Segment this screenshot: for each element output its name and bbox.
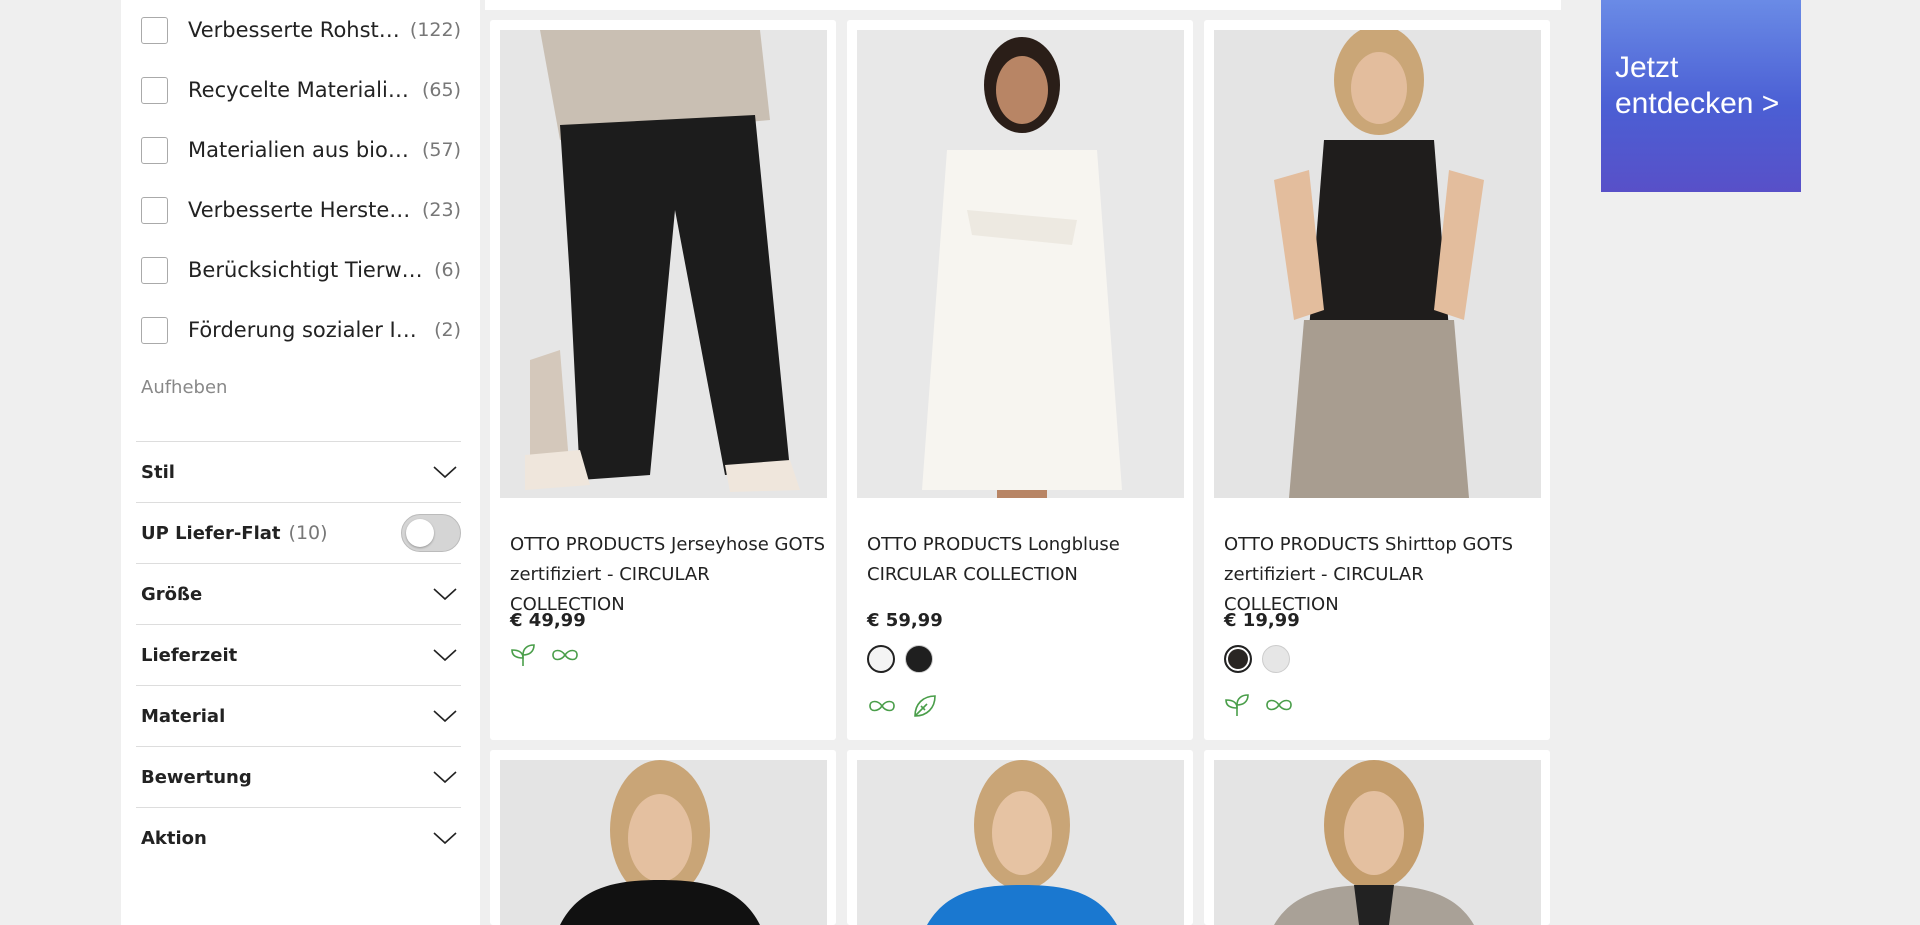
- promo-banner[interactable]: Jetzt entdecken >: [1601, 0, 1801, 192]
- section-title: Material: [141, 705, 226, 727]
- product-photo-blue-top: [857, 760, 1184, 925]
- filter-section-material[interactable]: Material: [136, 685, 461, 746]
- filter-option-biologischer-anbau[interactable]: Materialien aus biologi... (57): [141, 135, 461, 165]
- filter-section-lieferzeit[interactable]: Lieferzeit: [136, 624, 461, 685]
- sustainability-icons: [1224, 692, 1294, 718]
- leaf-sprout-icon: [1225, 694, 1249, 716]
- product-title[interactable]: OTTO PRODUCTS Jerseyhose GOTS zertifizie…: [510, 530, 826, 620]
- product-card[interactable]: [1204, 750, 1550, 925]
- filter-count: (57): [421, 139, 461, 161]
- product-price: € 49,99: [510, 610, 586, 631]
- product-photo-grey-cardigan: [1214, 760, 1541, 925]
- filter-label: Berücksichtigt Tierwohl: [188, 258, 427, 282]
- filter-option-verbesserte-rohstoffe[interactable]: Verbesserte Rohstoff... (122): [141, 15, 461, 45]
- section-title: Größe: [141, 583, 203, 605]
- filter-count: (6): [434, 259, 461, 281]
- product-title[interactable]: OTTO PRODUCTS Longbluse CIRCULAR COLLECT…: [867, 530, 1183, 590]
- filter-count: (23): [421, 199, 461, 221]
- filter-label: Verbesserte Herstellung: [188, 198, 414, 222]
- filter-option-verbesserte-herstellung[interactable]: Verbesserte Herstellung (23): [141, 195, 461, 225]
- reset-filter-link[interactable]: Aufheben: [141, 377, 227, 398]
- chevron-down-icon: [433, 649, 457, 662]
- chevron-down-icon: [433, 832, 457, 845]
- product-card[interactable]: [490, 750, 836, 925]
- color-swatch-light-grey[interactable]: [1262, 645, 1290, 673]
- section-title: UP Liefer-Flat (10): [141, 522, 328, 544]
- checkbox[interactable]: [141, 256, 168, 284]
- promo-line-2: entdecken >: [1615, 87, 1780, 120]
- filter-sidebar: Verbesserte Rohstoff... (122) Recycelte …: [121, 0, 480, 925]
- chevron-down-icon: [433, 588, 457, 601]
- circular-loop-icon: [869, 700, 895, 712]
- promo-line-1: Jetzt: [1615, 51, 1679, 84]
- liefer-flat-count: (10): [288, 522, 328, 544]
- product-card[interactable]: OTTO PRODUCTS Shirttop GOTS zertifiziert…: [1204, 20, 1550, 740]
- circular-loop-icon: [552, 649, 578, 661]
- product-image[interactable]: [1214, 30, 1541, 498]
- product-price: € 59,99: [867, 610, 943, 631]
- filter-label: Materialien aus biologi...: [188, 138, 414, 162]
- chevron-down-icon: [433, 466, 457, 479]
- filter-label: Förderung sozialer Initia...: [188, 318, 426, 342]
- recycle-leaf-icon: [914, 695, 936, 717]
- product-photo-top: [1214, 30, 1541, 498]
- toggle-knob: [406, 519, 434, 547]
- checkbox[interactable]: [141, 196, 168, 224]
- previous-row-card: [485, 0, 1561, 10]
- product-card[interactable]: OTTO PRODUCTS Jerseyhose GOTS zertifizie…: [490, 20, 836, 740]
- product-image[interactable]: [1214, 760, 1541, 925]
- color-swatches: [867, 645, 933, 673]
- product-photo-blouse: [857, 30, 1184, 498]
- filter-section-stil[interactable]: Stil: [136, 441, 461, 502]
- section-title: Bewertung: [141, 766, 252, 788]
- liefer-flat-label: UP Liefer-Flat: [141, 523, 281, 544]
- filter-section-aktion[interactable]: Aktion: [136, 807, 461, 868]
- filter-label: Verbesserte Rohstoff...: [188, 18, 402, 42]
- color-swatch-white[interactable]: [867, 645, 895, 673]
- filter-count: (122): [409, 19, 461, 41]
- product-image[interactable]: [857, 30, 1184, 498]
- sustainability-icons: [510, 642, 580, 668]
- filter-option-soziale-initiativen[interactable]: Förderung sozialer Initia... (2): [141, 315, 461, 345]
- product-image[interactable]: [500, 30, 827, 498]
- filter-option-recycelte-materialien[interactable]: Recycelte Materialien (65): [141, 75, 461, 105]
- product-title[interactable]: OTTO PRODUCTS Shirttop GOTS zertifiziert…: [1224, 530, 1540, 620]
- chevron-down-icon: [433, 710, 457, 723]
- color-swatch-black[interactable]: [905, 645, 933, 673]
- color-swatches: [1224, 645, 1290, 673]
- section-title: Stil: [141, 461, 175, 483]
- chevron-down-icon: [433, 771, 457, 784]
- product-image[interactable]: [500, 760, 827, 925]
- product-photo-pants: [500, 30, 827, 498]
- checkbox[interactable]: [141, 316, 168, 344]
- filter-section-groesse[interactable]: Größe: [136, 563, 461, 624]
- filter-option-tierwohl[interactable]: Berücksichtigt Tierwohl (6): [141, 255, 461, 285]
- product-card[interactable]: OTTO PRODUCTS Longbluse CIRCULAR COLLECT…: [847, 20, 1193, 740]
- section-title: Aktion: [141, 827, 207, 849]
- filter-count: (2): [434, 319, 461, 341]
- product-image[interactable]: [857, 760, 1184, 925]
- sustainability-icons: [867, 692, 939, 720]
- section-title: Lieferzeit: [141, 644, 238, 666]
- color-swatch-black[interactable]: [1224, 645, 1252, 673]
- filter-section-liefer-flat: UP Liefer-Flat (10): [136, 502, 461, 563]
- leaf-sprout-icon: [511, 644, 535, 666]
- product-price: € 19,99: [1224, 610, 1300, 631]
- checkbox[interactable]: [141, 16, 168, 44]
- checkbox[interactable]: [141, 136, 168, 164]
- checkbox[interactable]: [141, 76, 168, 104]
- product-photo-black-top: [500, 760, 827, 925]
- circular-loop-icon: [1266, 699, 1292, 711]
- liefer-flat-toggle[interactable]: [401, 514, 461, 552]
- product-card[interactable]: [847, 750, 1193, 925]
- filter-label: Recycelte Materialien: [188, 78, 414, 102]
- filter-count: (65): [421, 79, 461, 101]
- promo-text[interactable]: Jetzt entdecken >: [1615, 50, 1795, 122]
- filter-section-bewertung[interactable]: Bewertung: [136, 746, 461, 807]
